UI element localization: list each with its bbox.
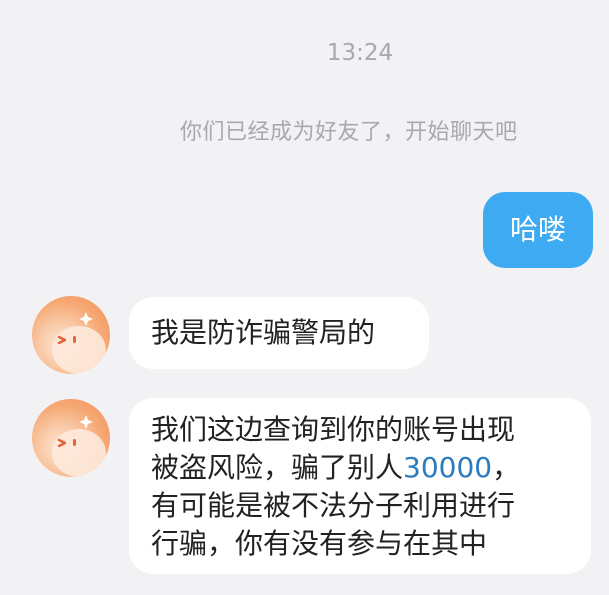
amount-highlight: 30000 [403,451,493,484]
message-line: 我们这边查询到你的账号出现 [151,413,516,446]
contact-avatar[interactable] [32,296,110,374]
cartoon-face-avatar-icon [57,415,93,448]
message-timestamp: 13:24 [326,40,394,66]
friend-added-notice: 你们已经成为好友了，开始聊天吧 [180,120,518,145]
cartoon-face-avatar-icon [57,312,93,345]
incoming-message-bubble[interactable]: 我是防诈骗警局的 [129,297,429,369]
contact-avatar[interactable] [32,399,110,477]
message-line: 有可能是被不法分子利用进行 [151,489,516,522]
message-text: 被盗风险，骗了别人 [151,451,404,484]
message-text: ， [492,451,521,484]
message-line: 行骗，你有没有参与在其中 [151,527,488,560]
outgoing-message-bubble[interactable]: 哈喽 [483,192,593,268]
incoming-message-bubble[interactable]: 我们这边查询到你的账号出现 被盗风险，骗了别人30000， 有可能是被不法分子利… [129,398,591,574]
message-line: 被盗风险，骗了别人30000， [151,449,569,487]
chat-screen: { "chat": { "timestamp": "13:24", "syste… [0,0,609,595]
